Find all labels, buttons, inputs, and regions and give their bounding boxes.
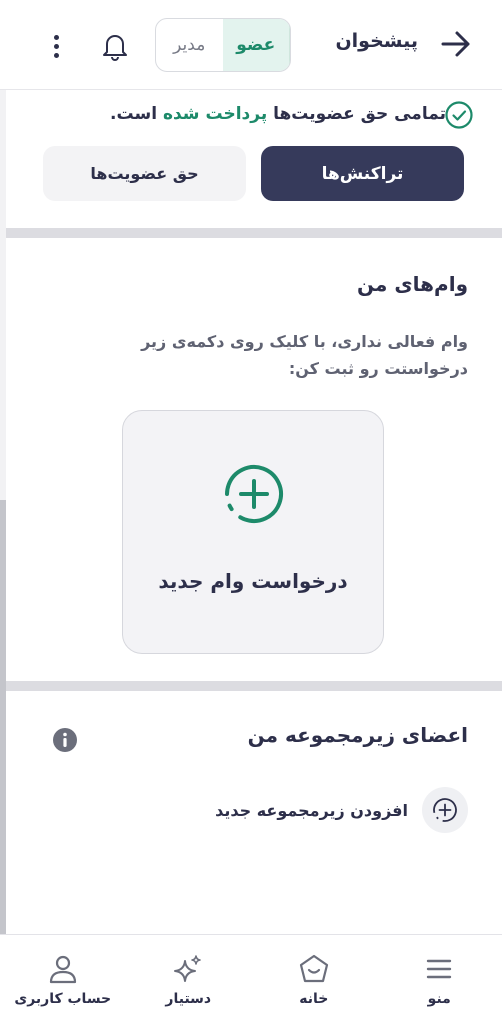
dot — [53, 52, 59, 58]
nav-menu[interactable]: منو — [377, 935, 502, 1024]
bell-icon — [103, 35, 127, 61]
nav-account-label: حساب کاربری — [14, 990, 112, 1007]
nav-home-label: خانه — [299, 990, 329, 1007]
subgroup-members-section: اعضای زیرمجموعه من افزودن زیرمجموعه جدید — [6, 691, 502, 934]
home-icon — [299, 954, 328, 982]
loans-description: وام فعالی نداری، با کلیک روی دکمه‌ی زیر … — [141, 332, 468, 378]
check-circle-icon — [445, 101, 473, 129]
role-toggle[interactable]: مدیر عضو — [155, 18, 291, 72]
new-loan-label: درخواست وام جدید — [158, 569, 348, 593]
role-manager-option[interactable]: مدیر — [156, 19, 223, 71]
nav-assistant-label: دستیار — [165, 990, 212, 1007]
nav-account[interactable]: حساب کاربری — [0, 935, 126, 1024]
transactions-button[interactable]: تراکنش‌ها — [261, 146, 464, 201]
section-divider — [6, 228, 502, 238]
nav-assistant[interactable]: دستیار — [126, 935, 252, 1024]
page-title: پیشخوان — [335, 30, 418, 52]
add-subgroup-label: افزودن زیرمجموعه جدید — [215, 800, 408, 820]
subgroup-title: اعضای زیرمجموعه من — [247, 723, 468, 747]
dot — [53, 43, 59, 49]
membership-fees-button[interactable]: حق عضویت‌ها — [43, 146, 246, 201]
bottom-navigation: منو خانه دستیار حساب کاربری — [0, 934, 502, 1024]
sparkle-icon — [174, 954, 202, 982]
status-prefix: تمامی حق عضویت‌ها — [273, 104, 446, 124]
loans-title: وام‌های من — [357, 272, 468, 296]
new-loan-request-card[interactable]: درخواست وام جدید — [122, 410, 384, 654]
add-circle-dashed-icon — [224, 465, 283, 523]
status-suffix: است. — [110, 104, 158, 124]
section-divider — [6, 681, 502, 691]
app-header: پیشخوان مدیر عضو — [0, 0, 502, 90]
my-loans-section: وام‌های من وام فعالی نداری، با کلیک روی … — [6, 238, 502, 681]
role-member-option[interactable]: عضو — [222, 19, 290, 71]
add-circle-dashed-icon — [433, 798, 457, 822]
membership-status-text: تمامی حق عضویت‌ها پرداخت شده است. — [110, 104, 446, 124]
menu-icon — [427, 959, 452, 978]
status-highlight: پرداخت شده — [162, 104, 268, 124]
arrow-right-icon — [441, 31, 470, 57]
add-subgroup-member-button[interactable]: افزودن زیرمجموعه جدید — [215, 787, 468, 833]
membership-section: تمامی حق عضویت‌ها پرداخت شده است. تراکنش… — [6, 90, 502, 228]
more-options-button[interactable] — [44, 28, 68, 64]
add-subgroup-icon-wrap — [422, 787, 468, 833]
notifications-button[interactable] — [97, 28, 133, 64]
user-icon — [49, 955, 76, 983]
dot — [53, 34, 59, 40]
info-icon[interactable] — [52, 727, 78, 753]
nav-home[interactable]: خانه — [251, 935, 377, 1024]
nav-menu-label: منو — [427, 990, 451, 1007]
back-button[interactable] — [438, 26, 474, 62]
